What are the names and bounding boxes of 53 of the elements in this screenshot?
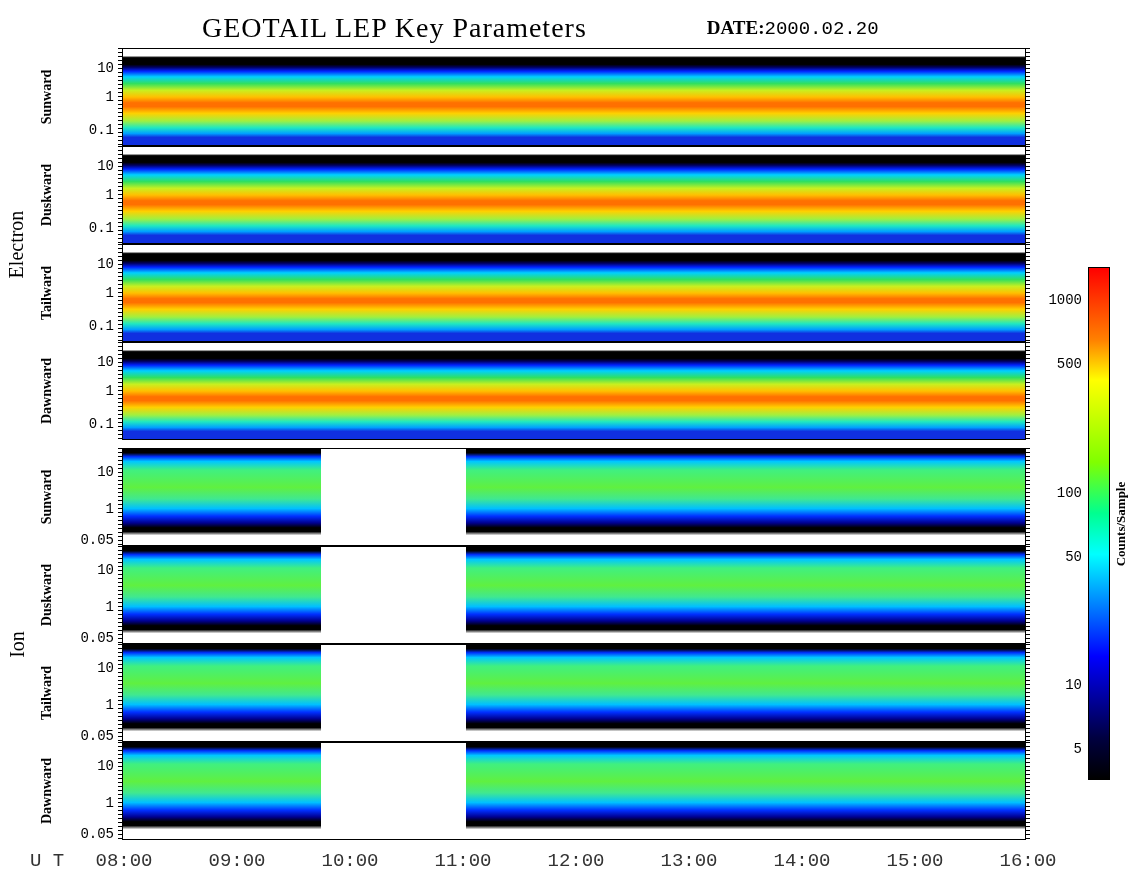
y-tick-label: 10: [97, 255, 114, 272]
panel-label: Tailward: [39, 666, 55, 720]
time-tick-label: 13:00: [660, 850, 718, 872]
y-tick-label: 0.1: [88, 122, 114, 139]
colorbar-tick-label: 500: [1056, 356, 1082, 373]
y-tick-label: 10: [97, 561, 114, 578]
colorbar-tick-label: 10: [1065, 677, 1082, 694]
y-tick-label: 10: [97, 659, 114, 676]
time-tick-label: 12:00: [547, 850, 605, 872]
time-tick-label: 08:00: [95, 850, 153, 872]
y-tick-label: 1: [105, 696, 114, 713]
y-tick-label: 1: [105, 794, 114, 811]
colorbar-label: Counts/Sample: [1113, 481, 1129, 566]
y-tick-label: 10: [97, 157, 114, 174]
colorbar-tick-label: 100: [1056, 484, 1082, 501]
panel-label: Duskward: [39, 563, 55, 627]
group-label: Ion: [5, 630, 29, 658]
colorbar-tick-label: 1000: [1048, 291, 1082, 308]
y-tick-label: 1: [105, 187, 114, 203]
y-tick-label: 10: [97, 59, 114, 76]
time-tick-label: 15:00: [886, 850, 944, 872]
y-tick-label: 1: [105, 89, 114, 105]
panel-label: Tailward: [39, 266, 55, 320]
y-tick-label: 10: [97, 353, 114, 370]
panel-label: Dawnward: [39, 757, 55, 825]
y-tick-label: 0.05: [80, 532, 114, 549]
panel-label: Sunward: [39, 69, 55, 125]
y-tick-label: 0.05: [80, 728, 114, 745]
time-tick-label: 10:00: [321, 850, 379, 872]
y-tick-label: 1: [105, 500, 114, 517]
colorbar-tick-label: 5: [1073, 741, 1082, 758]
time-tick-label: 16:00: [999, 850, 1057, 872]
colorbar-tick-label: 50: [1065, 548, 1082, 565]
time-tick-label: 11:00: [434, 850, 492, 872]
y-tick-label: 10: [97, 463, 114, 480]
time-tick-label: 09:00: [208, 850, 266, 872]
y-tick-label: 1: [105, 598, 114, 615]
y-tick-label: 0.05: [80, 826, 114, 843]
panel-label: Sunward: [39, 469, 55, 525]
y-tick-label: 0.1: [88, 416, 114, 433]
date-label: DATE:2000.02.20: [706, 17, 879, 40]
y-tick-label: 1: [105, 383, 114, 399]
y-tick-label: 0.1: [88, 220, 114, 237]
panel-label: Dawnward: [39, 357, 55, 425]
y-tick-label: 0.1: [88, 318, 114, 335]
y-tick-label: 0.05: [80, 630, 114, 647]
group-label: Electron: [5, 210, 29, 278]
time-tick-label: 14:00: [773, 850, 831, 872]
axis-label: U T: [29, 850, 66, 872]
panel-label: Duskward: [39, 163, 55, 227]
y-tick-label: 1: [105, 285, 114, 301]
y-tick-label: 10: [97, 757, 114, 774]
chart-title: GEOTAIL LEP Key Parameters: [202, 12, 587, 44]
